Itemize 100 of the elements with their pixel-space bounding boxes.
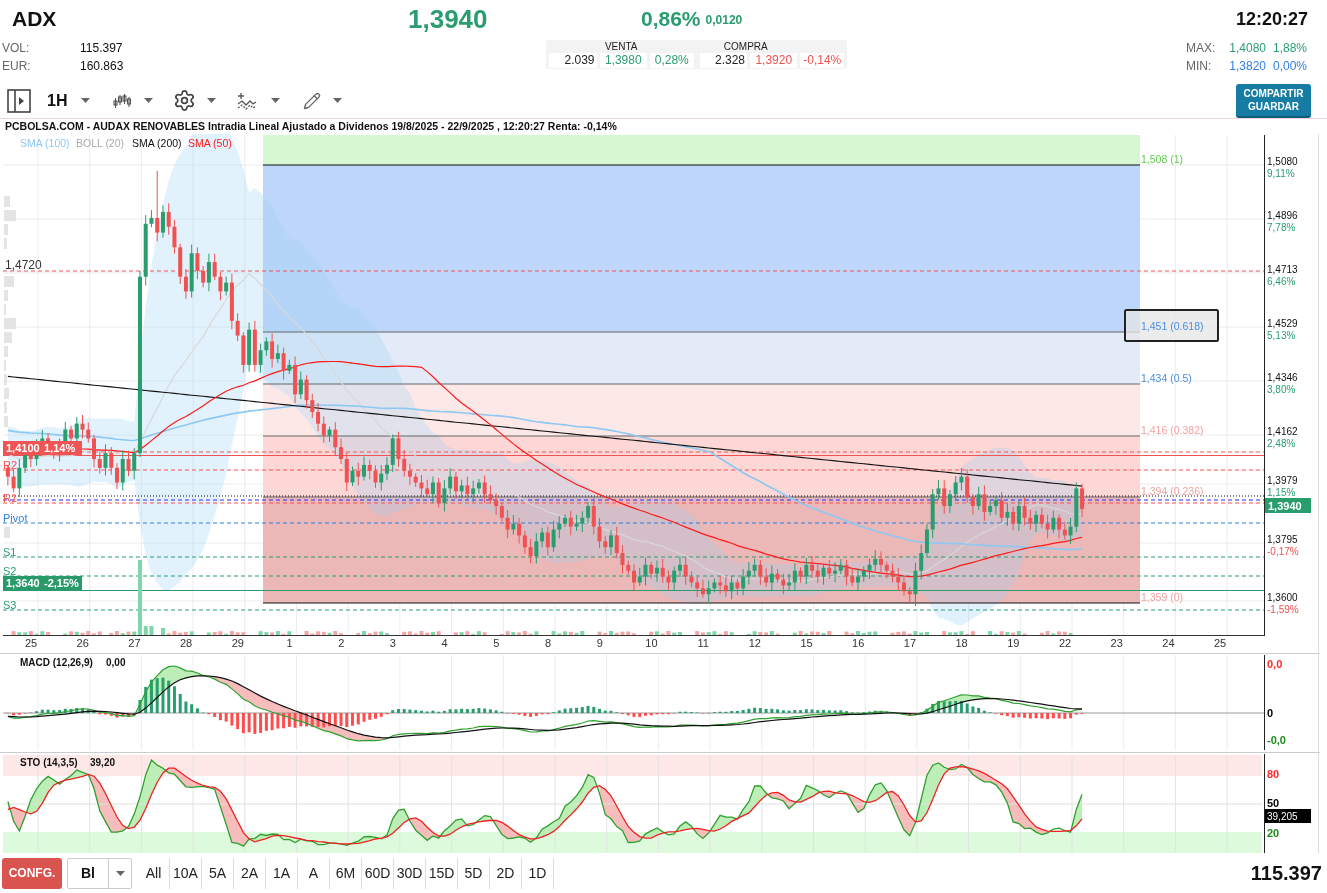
pivot-label: S3 xyxy=(3,598,17,611)
pivot-label: R2 xyxy=(3,458,18,471)
stat-label: EUR: xyxy=(1,58,32,75)
indicators-dropdown[interactable] xyxy=(237,91,281,110)
indicator-value: 39,20 xyxy=(90,757,116,768)
date-label: 28 xyxy=(180,637,193,649)
order-book-title: VENTA xyxy=(604,40,638,53)
chart-type-dropdown[interactable] xyxy=(113,92,154,109)
volume-profile-bar xyxy=(4,332,12,343)
date-label: 1 xyxy=(286,637,293,649)
date-label: 9 xyxy=(596,637,603,649)
date-label: 17 xyxy=(903,637,917,649)
fibonacci-label: 1,416 (0.382) xyxy=(1141,424,1204,436)
axis-price-label: 1,4529 xyxy=(1267,318,1298,329)
volume-profile-bar xyxy=(4,276,14,287)
range-change: 1,88% xyxy=(1272,40,1307,57)
axis-price-label: 1,3795 xyxy=(1267,534,1298,545)
axis-price-label: 1,4346 xyxy=(1267,372,1298,383)
axis-change-label: 6,46% xyxy=(1267,275,1296,287)
fibonacci-label: 1,434 (0.5) xyxy=(1141,372,1192,384)
range-button[interactable]: 15D xyxy=(426,857,458,889)
date-label: 29 xyxy=(231,637,244,649)
date-label: 5 xyxy=(493,637,500,649)
caret-down-icon xyxy=(81,98,91,103)
date-label: 11 xyxy=(697,637,709,649)
date-label: 25 xyxy=(24,637,38,649)
axis-value-label: -0,0 xyxy=(1267,734,1286,746)
date-label: 3 xyxy=(389,637,396,649)
date-label: 24 xyxy=(1162,637,1175,649)
legend-label: SMA (50) xyxy=(188,137,232,149)
sidebar-toggle-button[interactable] xyxy=(7,88,31,113)
date-label: 4 xyxy=(441,637,448,649)
legend-label: BOLL (20) xyxy=(76,137,125,149)
tag-price: 1,3640 xyxy=(6,577,40,589)
settings-icon xyxy=(173,89,197,112)
caret-down-icon xyxy=(271,98,281,103)
date-label: 18 xyxy=(955,637,968,649)
date-label: 8 xyxy=(544,637,552,649)
range-button[interactable]: 30D xyxy=(394,857,426,889)
fibonacci-label: 1,359 (0) xyxy=(1141,591,1184,603)
order-change: 0,28% xyxy=(650,53,694,68)
fibonacci-label: 1,394 (0.236) xyxy=(1141,485,1204,497)
axis-change-label: 1,15% xyxy=(1267,486,1296,498)
range-button[interactable]: 60D xyxy=(362,857,394,889)
axis-value-label: 50 xyxy=(1267,797,1280,809)
range-price: 1,4080 xyxy=(1228,40,1266,57)
tag-change: -2,15% xyxy=(44,577,79,589)
range-label: MAX: xyxy=(1186,40,1217,57)
date-label: 26 xyxy=(76,637,89,649)
add-indicator-icon xyxy=(237,91,258,110)
quote-time: 12:20:27 xyxy=(1235,7,1309,31)
settings-dropdown[interactable] xyxy=(173,89,217,112)
axis-value-label: 0,0 xyxy=(1267,658,1283,670)
axis-change-label: 3,80% xyxy=(1267,383,1296,395)
order-quantity: 2.039 xyxy=(549,53,597,68)
range-label: MIN: xyxy=(1186,58,1213,75)
caret-down-icon xyxy=(144,98,154,103)
tag-change: 1,14% xyxy=(44,442,76,454)
fibonacci-label: 1,508 (1) xyxy=(1141,153,1184,165)
fibonacci-label: 1,451 (0.618) xyxy=(1141,320,1204,332)
interval-dropdown[interactable]: 1H xyxy=(47,88,91,113)
change-percent: 0,86% xyxy=(641,6,701,33)
order-quantity: 2.328 xyxy=(699,53,747,68)
axis-price-label: 1,5080 xyxy=(1267,156,1298,167)
indicator-title: STO (14,3,5) xyxy=(20,757,78,768)
indicator-value: 0,00 xyxy=(106,657,126,668)
date-label: 16 xyxy=(852,637,865,649)
date-label: 25 xyxy=(1213,637,1227,649)
stat-value: 160.863 xyxy=(80,58,124,75)
axis-price-label: 1,4713 xyxy=(1267,264,1298,275)
axis-change-label: -1,59% xyxy=(1267,603,1299,615)
date-label: 19 xyxy=(1007,637,1020,649)
candlestick-icon xyxy=(113,92,132,109)
config-button[interactable]: CONFG. xyxy=(2,857,62,889)
current-price-value: 1,3940 xyxy=(1268,499,1302,512)
share-save-button[interactable]: COMPARTIR GUARDAR xyxy=(1236,83,1311,118)
caret-down-icon xyxy=(333,98,343,103)
date-label: 10 xyxy=(645,637,658,649)
axis-price-label: 1,4162 xyxy=(1267,426,1298,437)
ticker-symbol: ADX xyxy=(11,6,58,33)
order-change: -0,14% xyxy=(800,53,844,68)
change-value: 0,0120 xyxy=(705,12,743,29)
stat-value: 115.397 xyxy=(80,40,123,57)
tag-price: 1,4100 xyxy=(6,442,40,454)
drawing-tools-dropdown[interactable] xyxy=(303,91,343,110)
axis-price-label: 1,4896 xyxy=(1267,210,1298,221)
axis-price-label: 1,3600 xyxy=(1267,592,1298,603)
order-book-title: COMPRA xyxy=(723,40,768,53)
legend-label: SMA (100) xyxy=(20,137,70,149)
axis-change-label: 9,11% xyxy=(1267,167,1295,179)
axis-change-label: 5,13% xyxy=(1267,329,1296,341)
date-label: 27 xyxy=(128,637,141,649)
pivot-label: S1 xyxy=(3,545,17,558)
order-price: 1,3920 xyxy=(750,53,798,68)
axis-value-label: 20 xyxy=(1267,827,1280,839)
stat-label: VOL: xyxy=(1,40,31,57)
volume-total: 115.397 xyxy=(1250,861,1322,886)
chart-title: PCBOLSA.COM - AUDAX RENOVABLES Intradia Lineal Ajustado a Dividenos 19/8/2025 - 22/9/2025 , 12:20:27 Renta: -0,14% xyxy=(5,118,617,134)
sidebar-toggle-icon xyxy=(7,88,31,113)
volume-profile-bar xyxy=(4,196,10,207)
